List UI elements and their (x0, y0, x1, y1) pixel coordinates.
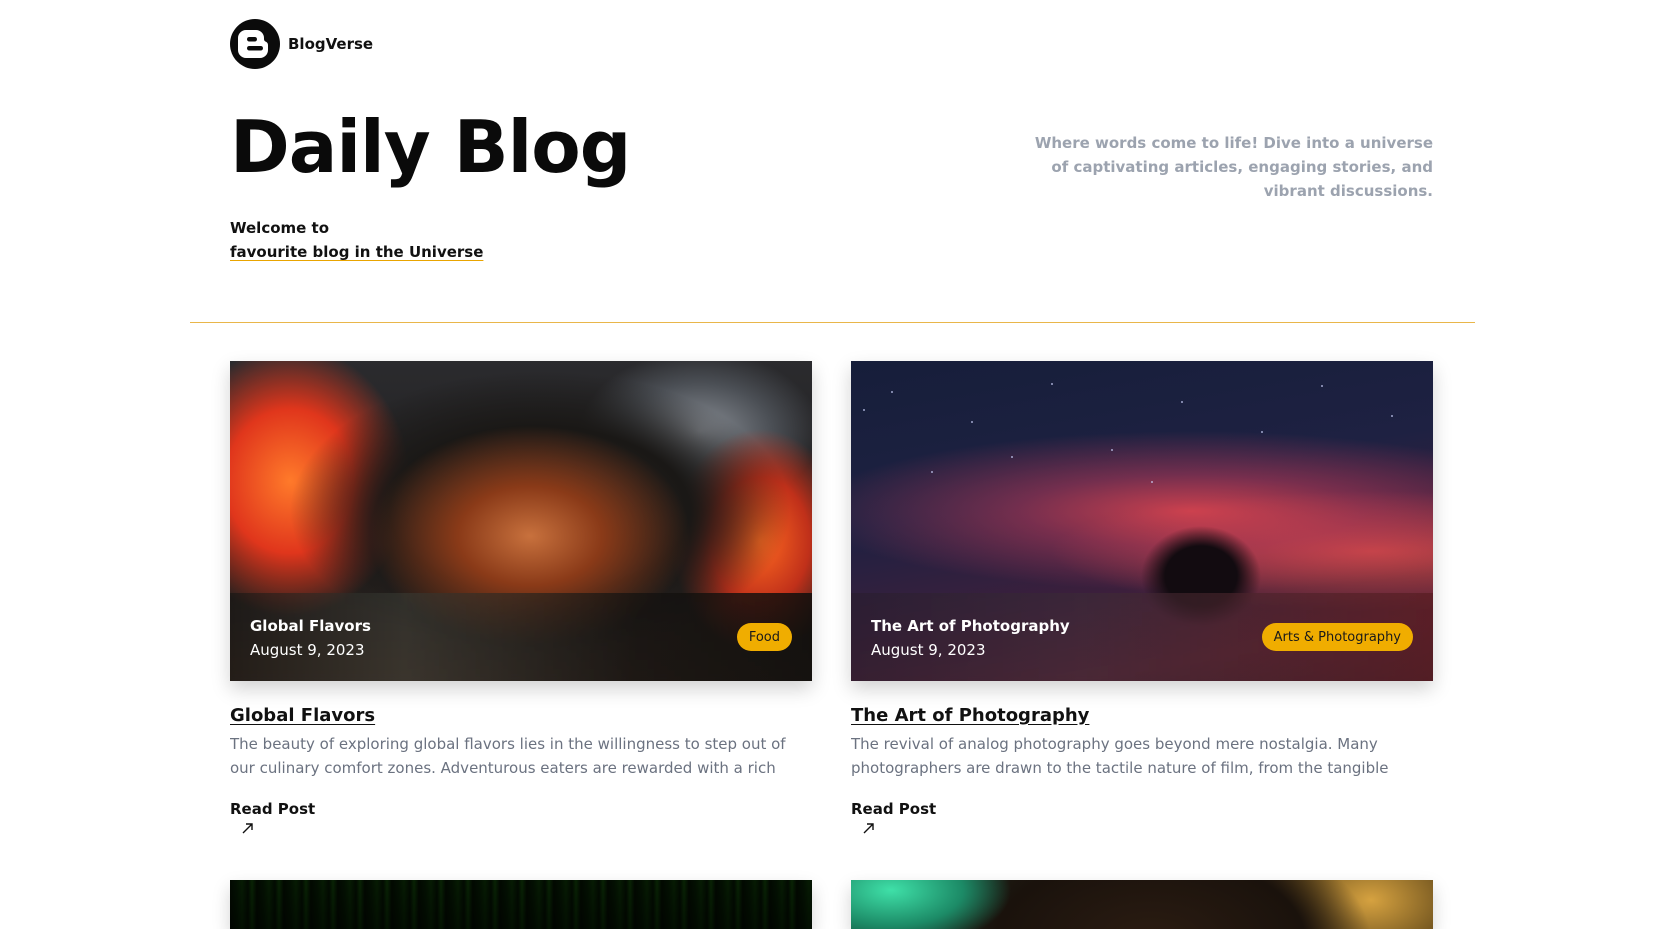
post-image[interactable]: Global Flavors August 9, 2023 Food (230, 361, 812, 681)
post-title-link[interactable]: The Art of Photography (851, 705, 1089, 726)
brand-link[interactable]: BlogVerse (230, 19, 373, 69)
hero-tagline: Where words come to life! Dive into a un… (1034, 134, 1433, 200)
post-date: August 9, 2023 (250, 641, 365, 659)
post-image-overlay: Global Flavors August 9, 2023 Food (230, 593, 812, 681)
welcome-highlight: favourite blog in the Universe (230, 243, 484, 261)
post-card-global-flavors: Global Flavors August 9, 2023 Food Globa… (230, 361, 812, 836)
portrait-image (851, 880, 1433, 929)
read-post-link[interactable]: Read Post (230, 800, 315, 836)
post-excerpt: The beauty of exploring global flavors l… (230, 735, 786, 777)
post-image-next-2[interactable] (851, 880, 1433, 929)
category-badge[interactable]: Arts & Photography (1261, 623, 1413, 651)
page-title: Daily Blog (230, 105, 631, 189)
page: BlogVerse Daily Blog Welcome to favourit… (0, 0, 1670, 929)
overlay-title: Global Flavors (250, 617, 371, 635)
hero-welcome: Welcome to favourite blog in the Univers… (230, 216, 483, 264)
brand-name: BlogVerse (288, 35, 374, 53)
blogger-b-icon (230, 19, 280, 69)
overlay-title: The Art of Photography (871, 617, 1070, 635)
post-image-next-1[interactable] (230, 880, 812, 929)
read-post-label: Read Post (851, 800, 937, 818)
arrow-up-right-icon (242, 823, 253, 834)
post-image[interactable]: The Art of Photography August 9, 2023 Ar… (851, 361, 1433, 681)
post-date: August 9, 2023 (871, 641, 986, 659)
post-excerpt: The revival of analog photography goes b… (851, 735, 1389, 777)
post-card-art-of-photography: The Art of Photography August 9, 2023 Ar… (851, 361, 1433, 836)
section-divider (190, 322, 1475, 323)
read-post-link[interactable]: Read Post (851, 800, 936, 836)
read-post-label: Read Post (230, 800, 316, 818)
post-title-link[interactable]: Global Flavors (230, 705, 375, 726)
welcome-line: Welcome to (230, 219, 330, 237)
arrow-up-right-icon (863, 823, 874, 834)
category-badge[interactable]: Food (736, 623, 792, 651)
forest-image (230, 880, 812, 929)
post-image-overlay: The Art of Photography August 9, 2023 Ar… (851, 593, 1433, 681)
